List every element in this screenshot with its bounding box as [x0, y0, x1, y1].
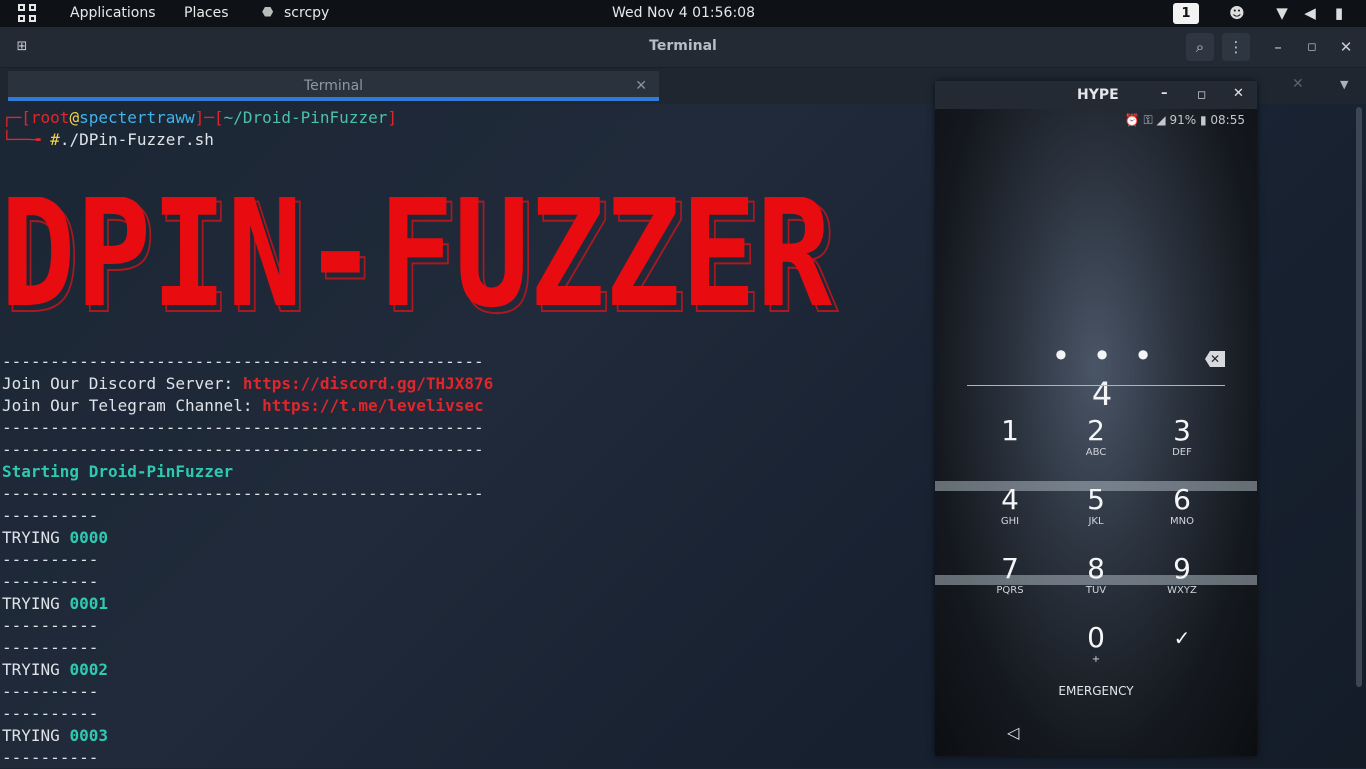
- dpin-fuzzer-banner: DPIN-FUZZER DPIN-FUZZER: [0, 197, 840, 325]
- clock[interactable]: Wed Nov 4 01:56:08: [612, 5, 755, 21]
- separator: ----------------------------------------…: [2, 418, 484, 437]
- phone-window-title: HYPE: [1077, 87, 1119, 103]
- key-3[interactable]: 3 DEF: [1152, 415, 1212, 459]
- key-4[interactable]: 4 GHI: [980, 484, 1040, 528]
- terminal-scrollbar[interactable]: [1356, 107, 1362, 687]
- maximize-icon[interactable]: ◻: [1298, 33, 1326, 61]
- android-icon: ⬣: [262, 5, 274, 20]
- separator: ----------------------------------------…: [2, 352, 484, 371]
- short-separator: ----------: [2, 550, 99, 569]
- alarm-icon: ⏰: [1124, 113, 1140, 127]
- second-tab-close-icon[interactable]: ✕: [1292, 76, 1304, 92]
- trying-line: TRYING 0002: [2, 660, 108, 679]
- close-icon[interactable]: ✕: [1332, 33, 1360, 61]
- key-9[interactable]: 9 WXYZ: [1152, 553, 1212, 597]
- backspace-icon[interactable]: ✕: [1205, 351, 1225, 367]
- window-title: Terminal: [649, 38, 717, 54]
- places-menu[interactable]: Places: [184, 5, 229, 21]
- pin-entry[interactable]: • • • 4: [1035, 337, 1175, 413]
- key-1[interactable]: 1: [980, 415, 1040, 447]
- short-separator: ----------: [2, 506, 99, 525]
- wifi-icon[interactable]: ▼: [1273, 4, 1291, 22]
- short-separator: ----------: [2, 704, 99, 723]
- search-icon[interactable]: ⌕: [1186, 33, 1214, 61]
- scrcpy-window: HYPE – ◻ ✕ ⏰ ⚿ ◢ 91% ▮ 08:55 • • • 4 ✕ 1…: [935, 81, 1257, 756]
- phone-close-icon[interactable]: ✕: [1233, 86, 1244, 101]
- tab-close-icon[interactable]: ✕: [635, 71, 647, 101]
- app-grid-icon[interactable]: [18, 4, 38, 24]
- volume-icon[interactable]: ◀: [1301, 4, 1319, 22]
- active-app-name[interactable]: scrcpy: [284, 5, 329, 21]
- phone-lock-screen[interactable]: ⏰ ⚿ ◢ 91% ▮ 08:55 • • • 4 ✕ 1 2 ABC 3 DEF …: [935, 109, 1257, 756]
- tab-terminal[interactable]: Terminal ✕: [8, 71, 659, 101]
- command-line: └──╼ #./DPin-Fuzzer.sh: [2, 130, 214, 149]
- phone-maximize-icon[interactable]: ◻: [1197, 88, 1206, 101]
- tab-label: Terminal: [303, 78, 364, 94]
- trying-line: TRYING 0000: [2, 528, 108, 547]
- prompt-line: ┌─[root@spectertraww]─[~/Droid-PinFuzzer…: [2, 108, 397, 127]
- short-separator: ----------: [2, 572, 99, 591]
- top-panel: Applications Places ⬣ scrcpy Wed Nov 4 0…: [0, 0, 1366, 27]
- pin-underline: [967, 385, 1225, 386]
- emergency-button[interactable]: EMERGENCY: [935, 684, 1257, 698]
- separator: ----------------------------------------…: [2, 440, 484, 459]
- telegram-link[interactable]: https://t.me/levelivsec: [262, 396, 484, 415]
- trying-line: TRYING 0001: [2, 594, 108, 613]
- phone-time: 08:55: [1210, 113, 1245, 127]
- terminal-output-body[interactable]: ---------- ---------- ---------- ----------…: [2, 351, 493, 769]
- trying-line: TRYING 0003: [2, 726, 108, 745]
- battery-icon[interactable]: ▮: [1330, 4, 1348, 22]
- workspace-indicator[interactable]: 1: [1173, 3, 1199, 24]
- key-0[interactable]: 0 +: [1066, 622, 1126, 666]
- menu-icon[interactable]: ⋮: [1222, 33, 1250, 61]
- tab-menu-chevron-down-icon[interactable]: ▼: [1340, 78, 1348, 91]
- battery-percent: 91%: [1169, 113, 1197, 127]
- applications-menu[interactable]: Applications: [70, 5, 156, 21]
- back-nav-icon[interactable]: ◁: [1007, 723, 1019, 742]
- key-2[interactable]: 2 ABC: [1066, 415, 1126, 459]
- key-5[interactable]: 5 JKL: [1066, 484, 1126, 528]
- key-8[interactable]: 8 TUV: [1066, 553, 1126, 597]
- key-7[interactable]: 7 PQRS: [980, 553, 1040, 597]
- signal-icon: ◢: [1156, 113, 1166, 127]
- discord-link[interactable]: https://discord.gg/THJX876: [243, 374, 493, 393]
- starting-line: Starting Droid-PinFuzzer: [2, 462, 234, 481]
- short-separator: ----------: [2, 616, 99, 635]
- minimize-icon[interactable]: –: [1264, 33, 1292, 61]
- banner-text: DPIN-FUZZER: [0, 197, 833, 325]
- confirm-check-icon[interactable]: ✓: [1152, 622, 1212, 654]
- terminal-output[interactable]: ┌─[root@spectertraww]─[~/Droid-PinFuzzer…: [2, 107, 397, 151]
- people-icon[interactable]: ☻: [1228, 4, 1246, 22]
- terminal-titlebar: ⊞ Terminal ⌕ ⋮ – ◻ ✕: [0, 27, 1366, 68]
- phone-titlebar: HYPE – ◻ ✕: [935, 81, 1257, 109]
- short-separator: ----------: [2, 638, 99, 657]
- discord-line: Join Our Discord Server: https://discord…: [2, 374, 494, 393]
- phone-minimize-icon[interactable]: –: [1161, 86, 1168, 101]
- short-separator: ----------: [2, 748, 99, 767]
- key-6[interactable]: 6 MNO: [1152, 484, 1212, 528]
- telegram-line: Join Our Telegram Channel: https://t.me/…: [2, 396, 484, 415]
- key-icon: ⚿: [1143, 113, 1153, 127]
- phone-battery-icon: ▮: [1199, 113, 1207, 127]
- phone-status-bar: ⏰ ⚿ ◢ 91% ▮ 08:55: [1125, 113, 1245, 128]
- short-separator: ----------: [2, 682, 99, 701]
- separator: ----------------------------------------…: [2, 484, 484, 503]
